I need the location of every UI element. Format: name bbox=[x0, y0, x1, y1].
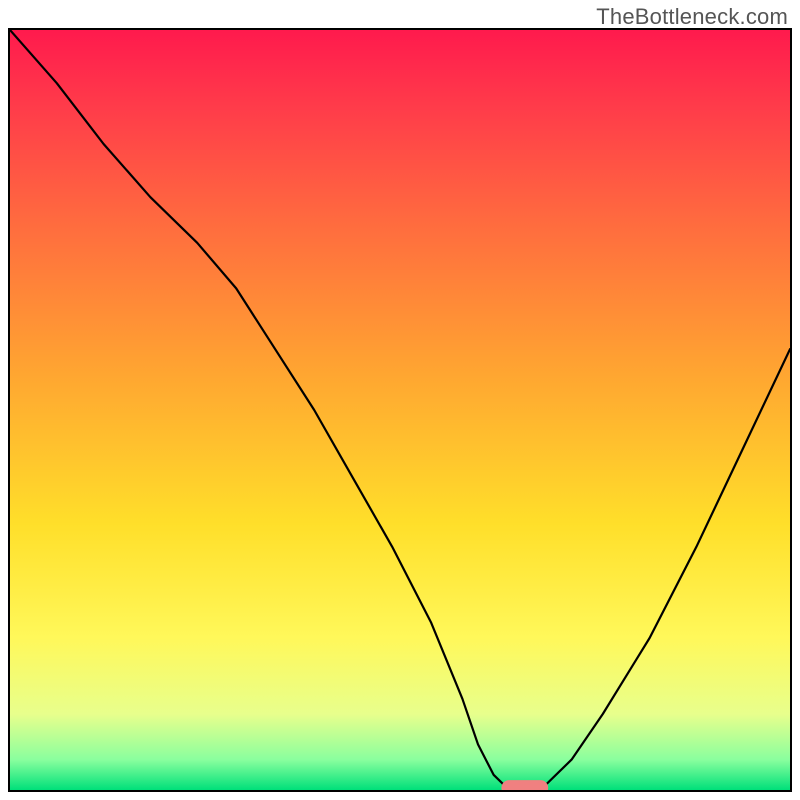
optimum-marker bbox=[501, 780, 548, 790]
plot-area bbox=[8, 28, 792, 792]
watermark-label: TheBottleneck.com bbox=[596, 4, 788, 30]
chart-frame: TheBottleneck.com bbox=[0, 0, 800, 800]
plot-svg bbox=[10, 30, 790, 790]
gradient-background bbox=[10, 30, 790, 790]
